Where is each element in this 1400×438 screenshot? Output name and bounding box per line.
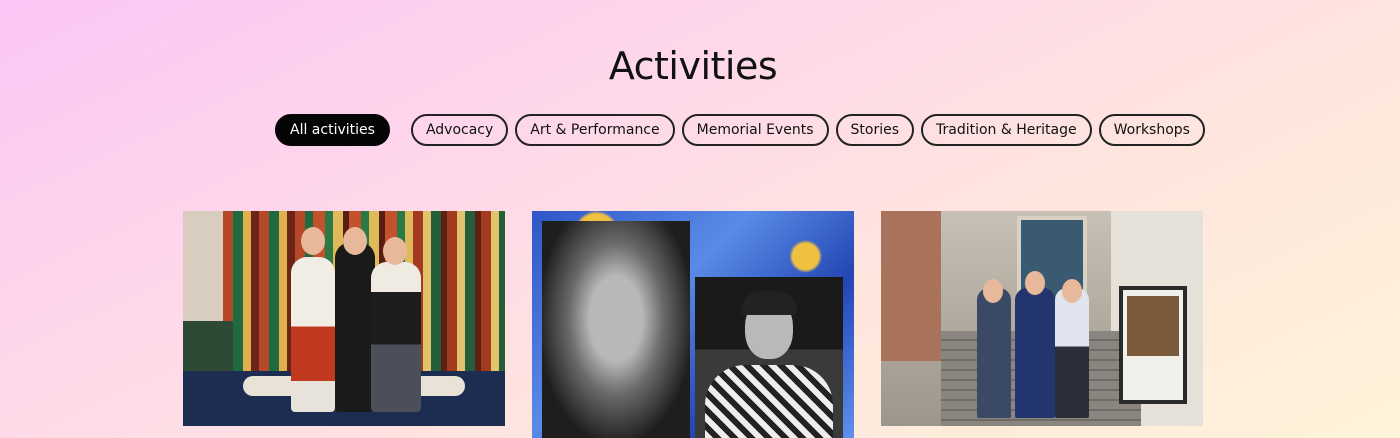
carpet (413, 211, 505, 381)
person (335, 242, 375, 412)
person (371, 262, 421, 412)
person (977, 288, 1011, 418)
portrait-photo (542, 221, 690, 438)
exhibition-poster (1119, 286, 1187, 404)
filter-memorial-events[interactable]: Memorial Events (681, 114, 829, 146)
filter-tradition-heritage[interactable]: Tradition & Heritage (921, 114, 1092, 146)
filter-all-activities[interactable]: All activities (275, 114, 390, 146)
filter-stories[interactable]: Stories (835, 114, 914, 146)
filter-workshops[interactable]: Workshops (1098, 114, 1205, 146)
person (291, 257, 335, 412)
activity-card-image[interactable] (532, 211, 854, 438)
portrait-photo (695, 277, 843, 438)
person (1015, 288, 1055, 418)
activity-card-image[interactable] (183, 211, 505, 426)
activity-card-image[interactable] (881, 211, 1203, 426)
filter-art-performance[interactable]: Art & Performance (515, 114, 675, 146)
person (1055, 288, 1089, 418)
filter-bar: All activities Advocacy Art & Performanc… (275, 114, 1212, 146)
page-title: Activities (608, 44, 778, 88)
filter-advocacy[interactable]: Advocacy (410, 114, 509, 146)
